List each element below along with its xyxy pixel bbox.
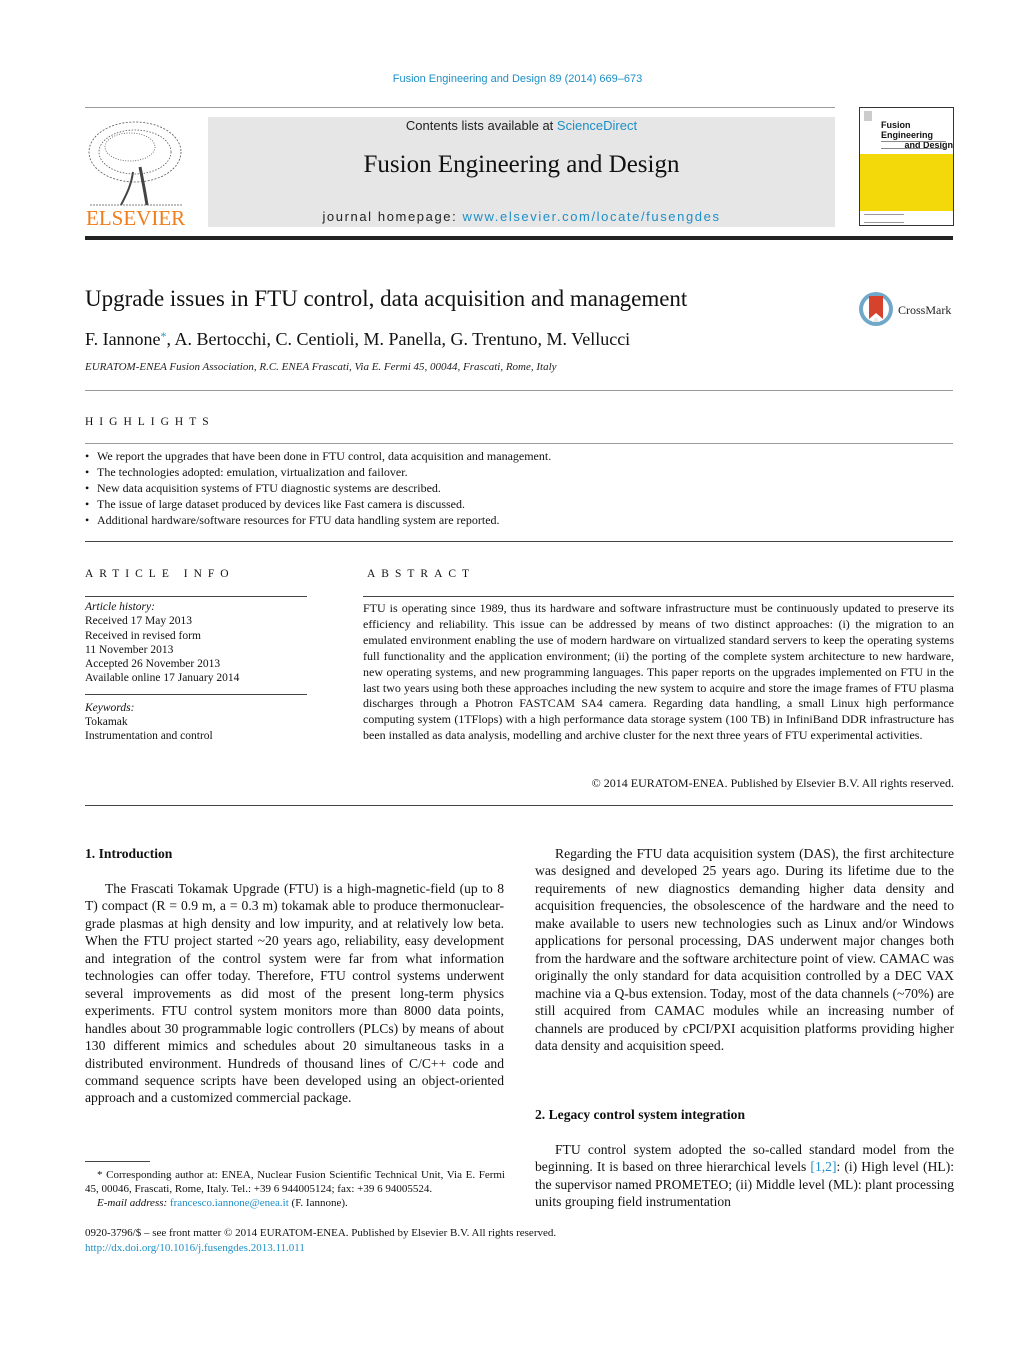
highlights-bottom-divider [85,541,953,542]
highlights-list: We report the upgrades that have been do… [85,448,955,528]
introduction-paragraph: The Frascati Tokamak Upgrade (FTU) is a … [85,881,504,1106]
history-entry: Received 17 May 2013 [85,615,192,628]
article-title: Upgrade issues in FTU control, data acqu… [85,286,688,311]
crossmark-badge[interactable]: CrossMark [858,291,958,331]
highlight-item: Additional hardware/software resources f… [85,512,955,528]
section-heading-legacy-control: 2. Legacy control system integration [535,1107,746,1122]
author-list: F. Iannone*, A. Bertocchi, C. Centioli, … [85,329,630,350]
cover-logo-icon [864,111,872,121]
issn-line: 0920-3796/$ – see front matter © 2014 EU… [85,1227,557,1239]
author-email-link[interactable]: francesco.iannone@enea.it [170,1197,289,1209]
history-entry: Available online 17 January 2014 [85,672,240,685]
abstract-heading: ABSTRACT [367,568,476,580]
history-label: Article history: [85,601,155,613]
cover-subtitle-lines [881,141,946,149]
article-info-heading: ARTICLE INFO [85,568,235,580]
abstract-divider [363,596,954,597]
article-info-divider [85,596,307,597]
front-matter: 0920-3796/$ – see front matter © 2014 EU… [85,1226,556,1256]
journal-citation-link[interactable]: Fusion Engineering and Design 89 (2014) … [0,73,1020,85]
header-thick-divider [85,236,953,240]
highlights-divider [85,443,953,444]
article-info: Article history: Received 17 May 2013 Re… [85,600,307,744]
corresponding-author-footnote: * Corresponding author at: ENEA, Nuclear… [85,1168,505,1210]
email-label: E-mail address: [97,1197,170,1209]
cover-title-line1: Fusion Engineering [881,120,934,140]
legacy-control-paragraph: FTU control system adopted the so-called… [535,1141,954,1211]
journal-masthead: Contents lists available at ScienceDirec… [208,117,835,227]
highlight-item: New data acquisition systems of FTU diag… [85,480,955,496]
abstract-bottom-divider [85,805,953,806]
title-divider [85,390,953,391]
keywords-divider [85,693,307,695]
introduction-text: The Frascati Tokamak Upgrade (FTU) is a … [85,880,504,1107]
contents-prefix: Contents lists available at [405,118,557,133]
highlights-heading: HIGHLIGHTS [85,416,215,428]
homepage-prefix: journal homepage: [322,209,463,224]
coauthor-names: , A. Bertocchi, C. Centioli, M. Panella,… [166,329,631,349]
sciencedirect-link[interactable]: ScienceDirect [557,118,637,133]
history-entry: 11 November 2013 [85,643,174,656]
history-entry: Accepted 26 November 2013 [85,658,221,671]
footnote-divider [85,1161,150,1162]
affiliation: EURATOM-ENEA Fusion Association, R.C. EN… [85,361,557,373]
highlight-item: We report the upgrades that have been do… [85,448,955,464]
footnote-text: * Corresponding author at: ENEA, Nuclear… [85,1169,505,1195]
cover-footer-lines [864,214,904,223]
footnote-email-line: E-mail address: francesco.iannone@enea.i… [85,1196,505,1210]
das-paragraph: Regarding the FTU data acquisition syste… [535,846,954,1053]
history-entry: Received in revised form [85,629,201,642]
reference-link[interactable]: [1,2] [810,1159,836,1174]
elsevier-wordmark: ELSEVIER [86,206,186,230]
legacy-control-text: FTU control system adopted the so-called… [535,1141,954,1211]
crossmark-label: CrossMark [898,303,952,317]
highlight-item: The technologies adopted: emulation, vir… [85,464,955,480]
journal-homepage-line: journal homepage: www.elsevier.com/locat… [208,209,835,224]
author-name[interactable]: F. Iannone [85,329,161,349]
journal-homepage-link[interactable]: www.elsevier.com/locate/fusengdes [463,209,721,224]
highlight-item: The issue of large dataset produced by d… [85,496,955,512]
email-suffix: (F. Iannone). [288,1197,348,1209]
keywords-label: Keywords: [85,701,135,714]
keyword: Tokamak [85,716,128,729]
section-heading-introduction: 1. Introduction [85,846,173,861]
header-divider [85,107,835,108]
crossmark-icon [859,292,893,326]
contents-availability-line: Contents lists available at ScienceDirec… [208,118,835,133]
das-text: Regarding the FTU data acquisition syste… [535,845,954,1054]
journal-title: Fusion Engineering and Design [363,151,680,178]
abstract-text: FTU is operating since 1989, thus its ha… [363,601,954,743]
journal-cover-thumbnail: Fusion Engineering and Design [859,107,954,226]
doi-link[interactable]: http://dx.doi.org/10.1016/j.fusengdes.20… [85,1241,556,1256]
cover-yellow-band [860,154,953,211]
keyword: Instrumentation and control [85,730,213,743]
abstract-copyright: © 2014 EURATOM-ENEA. Published by Elsevi… [591,776,954,790]
